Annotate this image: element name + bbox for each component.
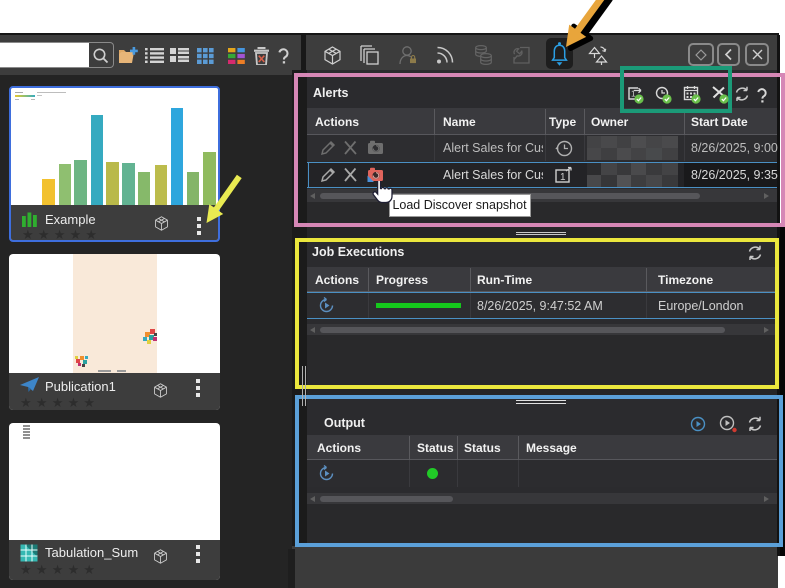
svg-text:1: 1	[560, 172, 566, 183]
